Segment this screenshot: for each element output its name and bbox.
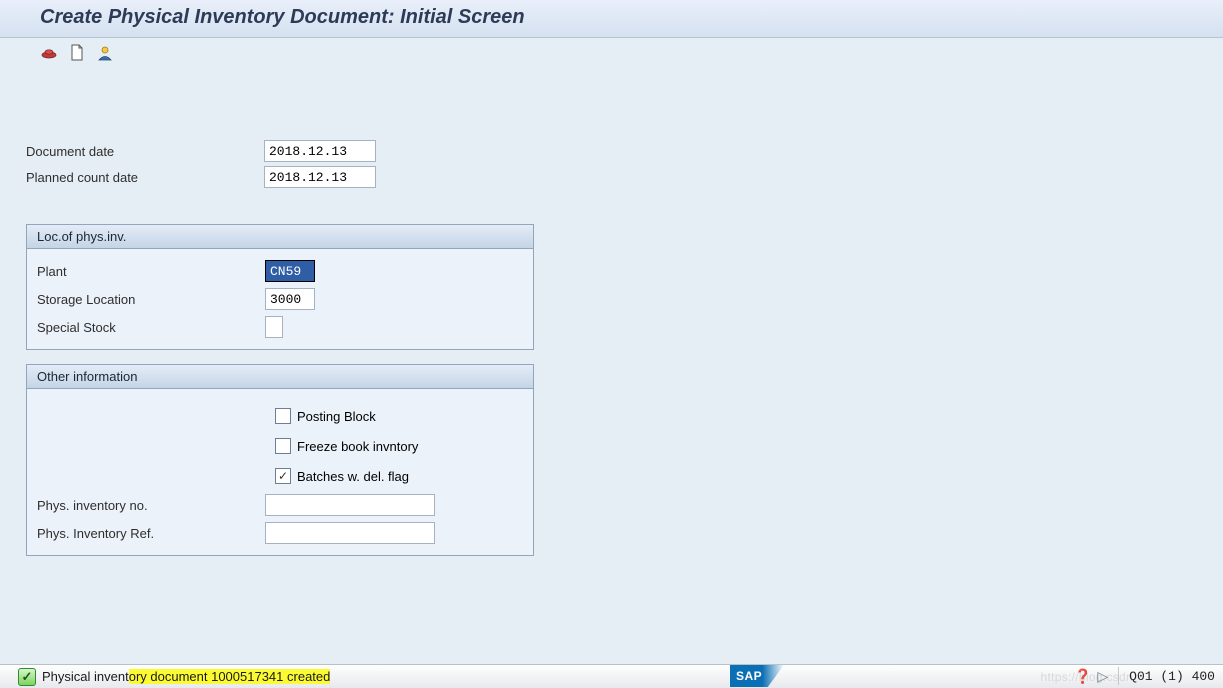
status-bar: ✓ Physical inventory document 1000517341… [0, 664, 1223, 688]
help-icon[interactable]: ❓ [1074, 668, 1091, 685]
plant-label: Plant [37, 264, 265, 279]
hat-icon[interactable] [40, 44, 58, 62]
planned-count-date-row: Planned count date [26, 166, 1223, 188]
document-date-input[interactable] [264, 140, 376, 162]
status-right: ❓ ▷ Q01 (1) 400 [1074, 664, 1215, 688]
special-stock-row: Special Stock [37, 313, 533, 341]
status-message-pre: Physical invent [42, 669, 129, 684]
freeze-checkbox[interactable] [275, 438, 291, 454]
phys-inv-ref-label: Phys. Inventory Ref. [37, 526, 265, 541]
session-info: Q01 (1) 400 [1129, 669, 1215, 684]
storage-location-row: Storage Location [37, 285, 533, 313]
planned-count-date-label: Planned count date [26, 170, 264, 185]
document-icon[interactable] [68, 44, 86, 62]
status-message: Physical inventory document 1000517341 c… [42, 669, 330, 684]
document-date-label: Document date [26, 144, 264, 159]
page-title: Create Physical Inventory Document: Init… [40, 6, 525, 28]
posting-block-label: Posting Block [297, 409, 376, 424]
batches-checkbox[interactable]: ✓ [275, 468, 291, 484]
planned-count-date-input[interactable] [264, 166, 376, 188]
loc-group: Loc.of phys.inv. Plant Storage Location … [26, 224, 534, 350]
storage-location-label: Storage Location [37, 292, 265, 307]
other-group: Other information Posting Block Freeze b… [26, 364, 534, 556]
freeze-row: Freeze book invntory [37, 431, 533, 461]
storage-location-input[interactable] [265, 288, 315, 310]
content-area: Document date Planned count date Loc.of … [0, 70, 1223, 556]
other-group-body: Posting Block Freeze book invntory ✓ Bat… [27, 389, 533, 555]
phys-inv-ref-row: Phys. Inventory Ref. [37, 519, 533, 547]
special-stock-input[interactable] [265, 316, 283, 338]
special-stock-label: Special Stock [37, 320, 265, 335]
other-group-header: Other information [27, 365, 533, 389]
person-icon[interactable] [96, 44, 114, 62]
plant-row: Plant [37, 257, 533, 285]
sap-logo: SAP [730, 665, 784, 687]
title-bar: Create Physical Inventory Document: Init… [0, 0, 1223, 38]
posting-block-row: Posting Block [37, 401, 533, 431]
phys-inv-no-label: Phys. inventory no. [37, 498, 265, 513]
plant-input[interactable] [265, 260, 315, 282]
batches-label: Batches w. del. flag [297, 469, 409, 484]
phys-inv-no-input[interactable] [265, 494, 435, 516]
batches-row: ✓ Batches w. del. flag [37, 461, 533, 491]
status-message-highlight: ory document 1000517341 created [129, 669, 331, 684]
status-separator [1118, 667, 1119, 685]
freeze-label: Freeze book invntory [297, 439, 418, 454]
toolbar [0, 38, 1223, 70]
document-date-row: Document date [26, 140, 1223, 162]
posting-block-checkbox[interactable] [275, 408, 291, 424]
phys-inv-ref-input[interactable] [265, 522, 435, 544]
phys-inv-no-row: Phys. inventory no. [37, 491, 533, 519]
success-icon: ✓ [18, 668, 36, 686]
loc-group-header: Loc.of phys.inv. [27, 225, 533, 249]
idle-icon[interactable]: ▷ [1097, 668, 1108, 685]
loc-group-body: Plant Storage Location Special Stock [27, 249, 533, 349]
